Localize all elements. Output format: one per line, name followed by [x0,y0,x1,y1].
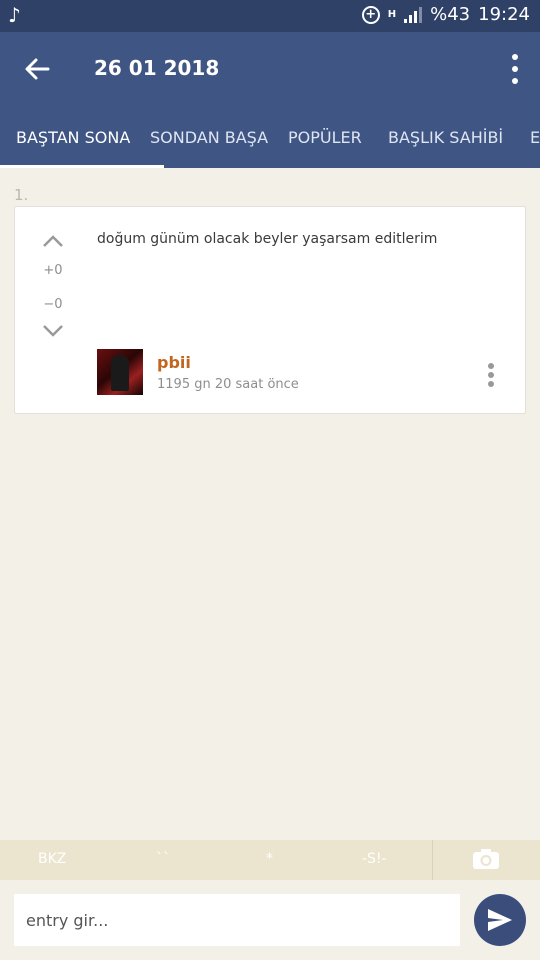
avatar[interactable] [97,349,143,395]
status-bar: ♪ + H %43 19:24 [0,0,540,32]
chevron-down-icon [43,325,63,337]
more-vert-icon [512,54,518,60]
camera-button[interactable] [472,848,500,870]
battery-level: %43 [430,4,471,25]
downvote-button[interactable] [41,323,65,339]
tab-bastan-sona[interactable]: BAŞTAN SONA [16,128,130,147]
network-type-indicator: H [387,8,397,20]
chevron-up-icon [43,235,63,247]
camera-icon [473,849,499,869]
entry-input-bar [0,880,540,960]
spoiler-button[interactable]: -S!- [362,851,387,867]
tab-indicator [0,165,164,168]
tab-populer[interactable]: POPÜLER [288,128,362,147]
downvote-count: −0 [43,297,63,312]
overflow-menu-button[interactable] [510,54,520,84]
tab-baslik-sahibi[interactable]: BAŞLIK SAHİBİ [388,128,503,147]
app-bar: 26 01 2018 [0,32,540,106]
send-button[interactable] [474,894,526,946]
music-note-icon: ♪ [8,3,21,27]
tab-sondan-basa[interactable]: SONDAN BAŞA [150,128,268,147]
backtick-button[interactable]: `` [156,851,170,867]
entry-number: 1. [14,186,29,204]
formatting-toolbar: BKZ `` * -S!- [0,840,540,880]
data-saver-icon: + [361,5,380,24]
page-title: 26 01 2018 [94,56,220,80]
signal-icon [404,6,423,23]
bkz-button[interactable]: BKZ [38,851,66,867]
entry-text: doğum günüm olacak beyler yaşarsam editl… [97,231,438,247]
status-icons: + H %43 19:24 [361,4,530,25]
upvote-button[interactable] [41,233,65,249]
upvote-count: +0 [43,263,63,278]
entry-card: +0 −0 doğum günüm olacak beyler yaşarsam… [14,206,526,414]
tab-bar: BAŞTAN SONA SONDAN BAŞA POPÜLER BAŞLIK S… [0,106,540,168]
back-button[interactable] [20,52,54,86]
clock: 19:24 [478,4,530,25]
asterisk-button[interactable]: * [266,851,273,867]
entry-input[interactable] [14,894,460,946]
more-vert-icon [488,363,494,369]
author-name[interactable]: pbii [157,353,191,372]
entry-menu-button[interactable] [487,363,495,387]
tab-partial[interactable]: E [530,128,540,147]
arrow-left-icon [25,58,50,80]
toolbar-divider [432,840,433,880]
send-icon [488,909,512,931]
entry-timestamp: 1195 gn 20 saat önce [157,377,299,392]
